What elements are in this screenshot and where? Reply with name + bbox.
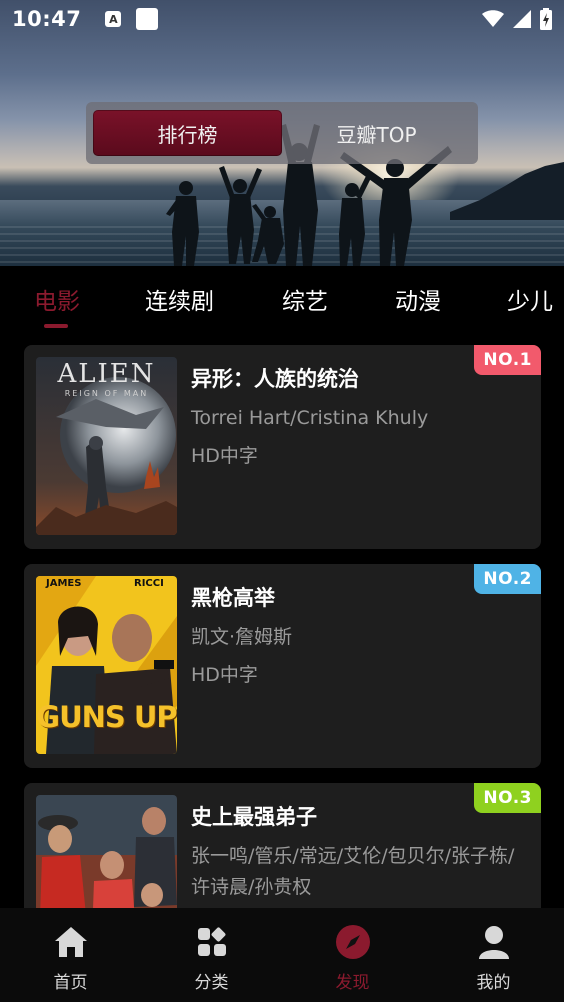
movie-quality: HD中字 [191,664,258,686]
compass-icon [335,924,371,960]
nav-discover[interactable]: 发现 [282,908,423,1002]
notification-square-icon [136,8,159,30]
movie-title: 异形：人族的统治 [191,367,359,391]
ranking-segment-control: 排行榜 豆瓣TOP [86,102,478,164]
nav-category[interactable]: 分类 [141,908,282,1002]
nav-category-label: 分类 [194,973,229,993]
rank-badge: NO.3 [474,783,541,813]
nav-discover-label: 发现 [335,973,370,993]
rank-badge: NO.2 [474,564,541,594]
movie-quality: HD中字 [191,445,258,467]
tab-variety[interactable]: 综艺 [282,282,328,316]
tab-kids[interactable]: 少儿 [507,282,553,316]
segment-ranking[interactable]: 排行榜 [93,110,282,156]
battery-icon [540,8,552,30]
tab-indicator [44,324,68,328]
poster-title: GUNS UP [36,700,177,734]
rank-badge: NO.1 [474,345,541,375]
movie-cast: Torrei Hart/Cristina Khuly [191,407,429,429]
category-tabs: 电影 连续剧 综艺 动漫 少儿 [0,266,564,336]
tab-tv-series[interactable]: 连续剧 [145,282,214,316]
poster-name-left: JAMES [46,578,82,589]
nav-profile[interactable]: 我的 [423,908,564,1002]
user-icon [476,924,512,960]
bottom-navigation: 首页 分类 发现 我的 [0,908,564,1002]
home-icon [53,924,89,960]
poster-title: ALIEN [57,359,156,389]
tab-anime[interactable]: 动漫 [395,282,441,316]
segment-douban-top[interactable]: 豆瓣TOP [282,110,471,156]
signal-icon [513,10,531,28]
movie-card[interactable]: JAMES RICCI GUNS UP 黑枪高举 凯文·詹姆斯 HD中字 NO.… [24,564,541,768]
keyboard-a-icon: A [105,11,122,27]
poster-subtitle: REIGN OF MAN [64,389,149,398]
poster-name-right: RICCI [134,578,164,589]
movie-title: 史上最强弟子 [191,805,317,829]
tab-movie[interactable]: 电影 [34,282,80,316]
movie-title: 黑枪高举 [191,586,275,610]
nav-home[interactable]: 首页 [0,908,141,1002]
movie-poster[interactable]: ALIEN REIGN OF MAN [36,357,177,535]
nav-profile-label: 我的 [476,973,511,993]
category-icon [194,924,230,960]
status-time: 10:47 [12,7,82,31]
movie-cast: 凯文·詹姆斯 [191,626,293,648]
movie-cast: 张一鸣/管乐/常远/艾伦/包贝尔/张子栋/许诗晨/孙贵权 [191,845,515,898]
nav-home-label: 首页 [53,973,88,993]
status-bar: 10:47 A [0,0,564,38]
movie-poster[interactable]: JAMES RICCI GUNS UP [36,576,177,754]
wifi-icon [482,10,504,27]
movie-card[interactable]: ALIEN REIGN OF MAN 异形：人族的统治 Torrei Hart/… [24,345,541,549]
